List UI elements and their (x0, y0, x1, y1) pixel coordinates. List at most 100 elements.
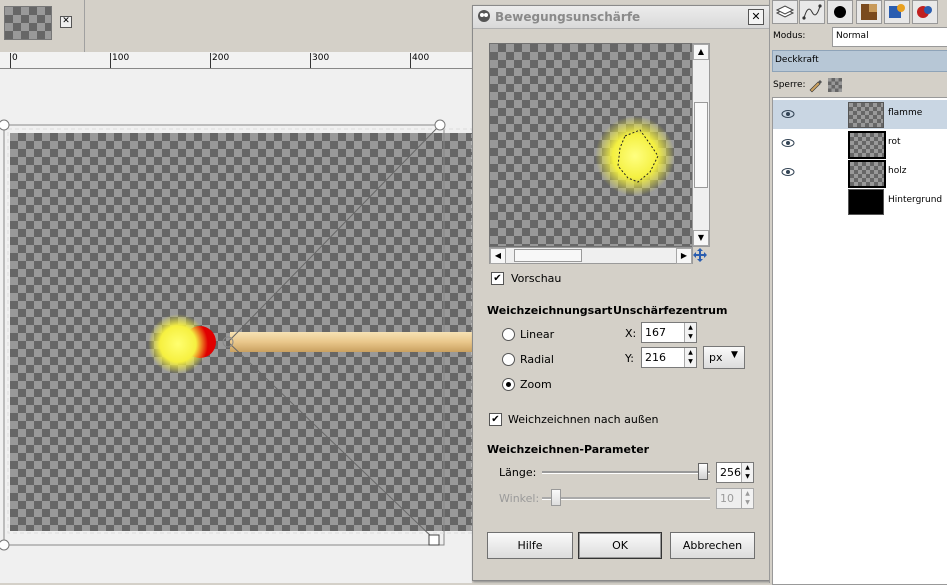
layer-name: Hintergrund (888, 195, 943, 205)
ruler-label: 300 (312, 53, 330, 63)
scroll-thumb[interactable] (514, 249, 582, 262)
flame-glow (148, 314, 208, 374)
cancel-button[interactable]: Abbrechen (670, 532, 755, 559)
mode-select[interactable]: Normal (832, 27, 947, 47)
scroll-right-icon[interactable]: ▶ (676, 248, 692, 264)
image-tab-strip: ✕ (0, 0, 472, 53)
corner-handle[interactable] (0, 119, 10, 131)
layer-thumbnail (848, 102, 884, 128)
layer-row-flamme[interactable]: flamme (773, 100, 947, 129)
image-tab-thumbnail[interactable] (4, 6, 52, 40)
corner-handle[interactable] (0, 539, 10, 551)
angle-slider-handle (550, 489, 561, 506)
eye-icon[interactable] (781, 137, 795, 149)
scroll-thumb[interactable] (694, 102, 708, 188)
gradients-tab-icon[interactable] (884, 0, 910, 24)
corner-handle[interactable] (428, 534, 440, 546)
radio-linear-label: Linear (520, 328, 555, 341)
layer-boundary (7, 128, 472, 534)
length-label: Länge: (499, 466, 537, 479)
center-y-label: Y: (625, 352, 634, 365)
length-slider-track[interactable] (542, 471, 710, 474)
preview-checkbox[interactable]: ✔ (491, 272, 504, 285)
dialog-title: Bewegungsunschärfe (495, 10, 641, 24)
layers-dock: Modus: Normal Deckkraft Sperre: flamme r… (769, 0, 947, 585)
center-y-input[interactable]: 216 ▲ ▼ (641, 347, 697, 368)
center-x-label: X: (625, 327, 637, 340)
spin-arrows-icon[interactable]: ▲ ▼ (684, 348, 696, 367)
guide-line (227, 124, 441, 343)
ruler-label: 400 (412, 53, 430, 63)
canvas-drawing (0, 119, 472, 551)
params-heading: Weichzeichnen-Parameter (487, 443, 650, 456)
preview-area[interactable] (489, 43, 693, 247)
layers-list: flamme rot holz Hintergrund (772, 97, 947, 585)
help-button[interactable]: Hilfe (487, 532, 573, 559)
layer-thumbnail (848, 189, 884, 215)
radio-zoom[interactable] (502, 378, 515, 391)
image-canvas[interactable] (0, 69, 472, 583)
length-value: 256 (720, 466, 741, 479)
blur-center-heading: Unschärfezentrum (613, 304, 728, 317)
layer-row-hintergrund[interactable]: Hintergrund (773, 187, 947, 216)
tool-options-tab-icon[interactable] (912, 0, 938, 24)
opacity-label: Deckkraft (775, 55, 819, 65)
angle-value: 10 (720, 492, 734, 505)
ruler-label: 200 (212, 53, 230, 63)
navigate-icon[interactable] (692, 247, 708, 263)
blur-type-heading: Weichzeichnungsart (487, 304, 613, 317)
unit-select[interactable]: px ▼ (703, 346, 745, 369)
patterns-tab-icon[interactable] (856, 0, 882, 24)
preview-vertical-scrollbar[interactable]: ▲ ▼ (692, 43, 710, 247)
radio-radial[interactable] (502, 353, 515, 366)
match-stick (230, 332, 472, 352)
brushes-tab-icon[interactable] (827, 0, 853, 24)
radio-radial-label: Radial (520, 353, 554, 366)
layer-name: flamme (888, 108, 923, 118)
lock-alpha-icon[interactable] (828, 78, 842, 92)
layer-name: holz (888, 166, 907, 176)
angle-slider-track (542, 497, 710, 500)
layers-tab-icon[interactable] (772, 0, 798, 24)
mode-value: Normal (836, 31, 869, 41)
paths-tab-icon[interactable] (799, 0, 825, 24)
scroll-left-icon[interactable]: ◀ (490, 248, 506, 264)
spin-arrows-icon: ▲ ▼ (741, 489, 753, 508)
corner-handle[interactable] (434, 119, 446, 131)
preview-label: Vorschau (511, 272, 562, 285)
horizontal-ruler: 0 100 200 300 400 (0, 52, 472, 69)
dialog-titlebar[interactable]: Bewegungsunschärfe ✕ (473, 6, 769, 29)
close-icon[interactable]: ✕ (748, 9, 764, 25)
outward-checkbox[interactable]: ✔ (489, 413, 502, 426)
layer-row-rot[interactable]: rot (773, 129, 947, 159)
eye-icon[interactable] (781, 108, 795, 120)
center-x-input[interactable]: 167 ▲ ▼ (641, 322, 697, 343)
ruler-label: 0 (12, 53, 18, 63)
gimp-icon (478, 10, 490, 22)
ok-button[interactable]: OK (578, 532, 662, 559)
tab-close-icon[interactable]: ✕ (60, 16, 72, 28)
radio-zoom-label: Zoom (520, 378, 552, 391)
center-y-value: 216 (645, 351, 666, 364)
preview-horizontal-scrollbar[interactable]: ◀ ▶ (489, 247, 693, 264)
radio-linear[interactable] (502, 328, 515, 341)
spin-arrows-icon[interactable]: ▲ ▼ (684, 323, 696, 342)
spin-arrows-icon[interactable]: ▲ ▼ (741, 463, 753, 482)
opacity-slider[interactable]: Deckkraft (772, 50, 947, 72)
center-x-value: 167 (645, 326, 666, 339)
mode-label: Modus: (773, 31, 806, 41)
length-slider-handle[interactable] (698, 463, 708, 480)
unit-value: px (709, 351, 723, 364)
guide-line (227, 341, 435, 540)
tab-separator (84, 0, 85, 52)
angle-label: Winkel: (499, 492, 540, 505)
angle-input: 10 ▲ ▼ (716, 488, 754, 509)
motion-blur-dialog: Bewegungsunschärfe ✕ ▲ ▼ ◀ ▶ ✔ Vorschau … (472, 5, 770, 581)
lock-pixels-icon[interactable] (807, 77, 823, 93)
length-input[interactable]: 256 ▲ ▼ (716, 462, 754, 483)
eye-icon[interactable] (781, 166, 795, 178)
scroll-down-icon[interactable]: ▼ (693, 230, 709, 246)
scroll-up-icon[interactable]: ▲ (693, 44, 709, 60)
layer-row-holz[interactable]: holz (773, 158, 947, 188)
layer-name: rot (888, 137, 901, 147)
